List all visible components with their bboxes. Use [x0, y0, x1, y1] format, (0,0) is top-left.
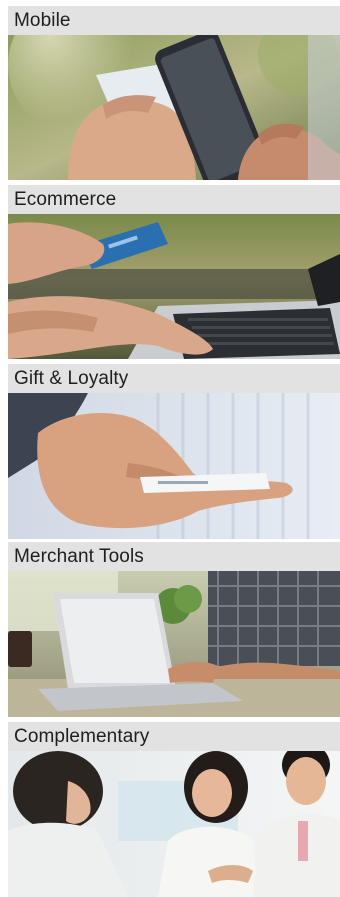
section-merchant-tools[interactable]: Merchant Tools	[8, 542, 340, 717]
section-title-merchant-tools: Merchant Tools	[8, 542, 340, 571]
solutions-list: Mobile Ecommerce Gift & Loyalty Merchant…	[0, 0, 340, 897]
section-title-gift-loyalty: Gift & Loyalty	[8, 364, 340, 393]
section-gift-loyalty[interactable]: Gift & Loyalty	[8, 364, 340, 539]
section-title-mobile: Mobile	[8, 6, 340, 35]
merchant-tools-photo[interactable]	[8, 571, 340, 717]
mobile-photo[interactable]	[8, 35, 340, 180]
complementary-photo[interactable]	[8, 751, 340, 897]
ecommerce-photo[interactable]	[8, 214, 340, 359]
section-title-complementary: Complementary	[8, 722, 340, 751]
section-complementary[interactable]: Complementary	[8, 722, 340, 897]
gift-loyalty-photo[interactable]	[8, 393, 340, 539]
section-ecommerce[interactable]: Ecommerce	[8, 185, 340, 359]
section-title-ecommerce: Ecommerce	[8, 185, 340, 214]
section-mobile[interactable]: Mobile	[8, 6, 340, 180]
